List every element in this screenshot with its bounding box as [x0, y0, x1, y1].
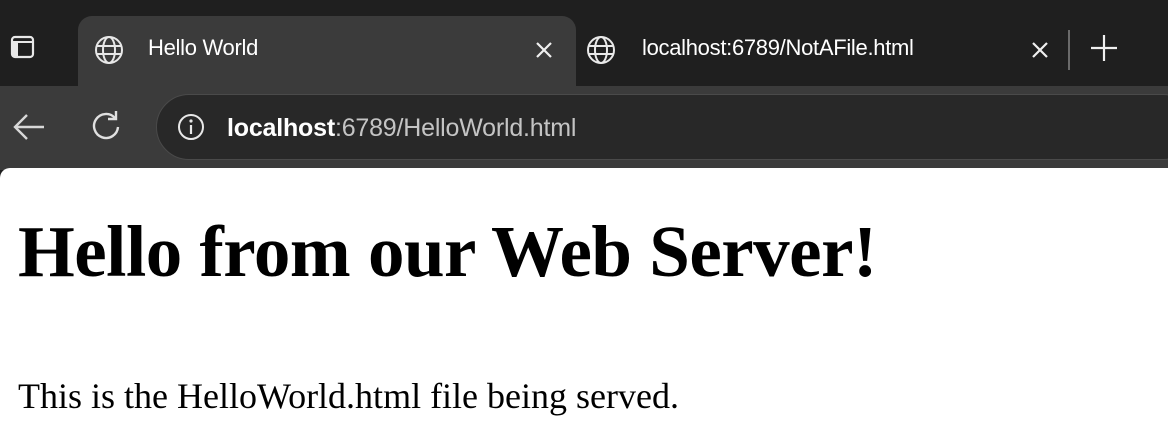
tab-hello-world[interactable]: Hello World [78, 16, 576, 86]
page-heading: Hello from our Web Server! [18, 211, 877, 292]
tab-actions-button[interactable] [8, 32, 38, 62]
globe-icon [584, 33, 618, 67]
url-host: localhost [227, 114, 335, 142]
navigation-toolbar: localhost:6789/HelloWorld.html [0, 86, 1168, 170]
close-icon [1032, 42, 1048, 58]
plus-icon [1091, 35, 1117, 61]
address-url[interactable]: localhost:6789/HelloWorld.html [227, 114, 576, 143]
close-tab-button[interactable] [530, 36, 558, 64]
new-tab-button[interactable] [1086, 30, 1122, 66]
close-tab-button[interactable] [1026, 36, 1054, 64]
back-button[interactable] [10, 108, 48, 146]
info-icon [178, 114, 204, 140]
address-bar[interactable]: localhost:6789/HelloWorld.html [156, 94, 1168, 160]
tab-title: Hello World [148, 35, 258, 60]
page-content: Hello from our Web Server! This is the H… [0, 168, 1168, 440]
tab-not-a-file[interactable]: localhost:6789/NotAFile.html [578, 16, 1066, 86]
reload-icon [92, 111, 120, 140]
tab-title: localhost:6789/NotAFile.html [642, 35, 914, 60]
page-paragraph: This is the HelloWorld.html file being s… [18, 376, 679, 416]
url-path: :6789/HelloWorld.html [334, 114, 577, 142]
tab-separator [1068, 30, 1070, 70]
globe-icon [92, 33, 126, 67]
close-icon [536, 42, 552, 58]
tab-strip: Hello World localhost:6789/NotAFile.html [0, 0, 1168, 86]
reload-button[interactable] [86, 106, 126, 146]
arrow-left-icon [13, 114, 44, 140]
site-info-button[interactable] [175, 111, 207, 143]
sidebar-icon [10, 35, 35, 59]
